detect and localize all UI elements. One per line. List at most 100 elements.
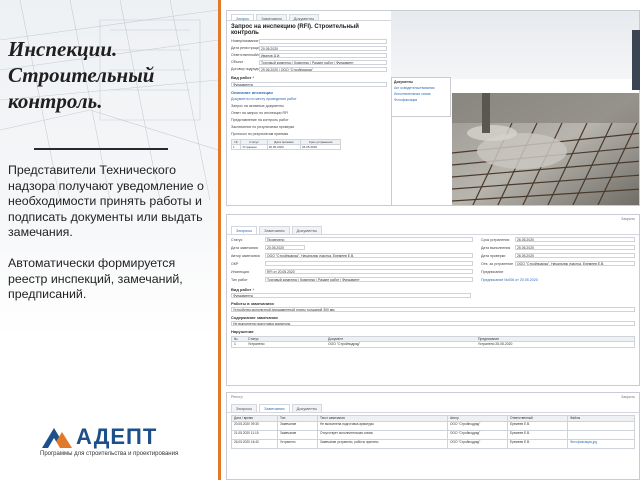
field-row: Предписание (481, 268, 635, 275)
table-cell[interactable] (567, 430, 635, 440)
field-label: Объект (231, 60, 244, 64)
field-label: Дата замечания (231, 245, 258, 250)
list-item-row: Ответ на запрос по инспекции RFI (231, 110, 387, 116)
field-row: Тип работ Торговый комплекс | Комплекс | … (231, 276, 473, 283)
table-cell: Устранено (240, 144, 268, 150)
tab-documents[interactable]: Документы (288, 14, 320, 21)
responsible-input[interactable]: ООО "Стройподряд", Начальник участка, Ер… (515, 261, 635, 266)
field-input[interactable]: 29.06.2020 | ООО "Стройподряд" (259, 66, 387, 72)
table-cell: 26.05.2020 16:40 (231, 439, 278, 449)
registry-title: Реестр (231, 395, 243, 399)
table-cell: Замечание (277, 421, 318, 431)
table-cell: Еремеев Е.В. (507, 439, 568, 449)
field-label: ОКР (231, 261, 239, 266)
field-row: Объект Торговый комплекс | Комплекс | Раз… (231, 59, 387, 65)
table-row[interactable]: 20.05.2020 09:30 Замечание Не выполнена … (231, 421, 635, 431)
list-item[interactable]: Ответ на запрос по инспекции RFI (231, 111, 288, 115)
date-input[interactable]: 26.05.2020 (515, 237, 635, 242)
tab-requests[interactable]: Запросы (231, 226, 258, 234)
tab-remarks[interactable]: Замечания (259, 404, 290, 412)
table-row[interactable]: 1 Устранено ООО "Стройподряд" Устранено … (231, 342, 635, 348)
tab-request[interactable]: Запрос (231, 14, 255, 21)
prescription-link[interactable]: Предписание №006 от 20.05.2020 (481, 278, 538, 282)
field-label: Срок устранения (481, 237, 510, 242)
work-type-label: Вид работ * (231, 75, 255, 80)
table-cell: Не выполнена подготовка арматуры (317, 421, 448, 431)
remark-topbar: Закрыть (227, 215, 639, 223)
work-type-input[interactable]: Фундаменты (231, 81, 387, 87)
work-object-input[interactable]: Торговый комплекс | Комплекс | Раздел ра… (265, 277, 473, 282)
list-item[interactable]: Документы по месту проведения работ (231, 97, 297, 101)
author-input[interactable]: ООО "Стройподряд", Начальник участка, Ер… (265, 253, 473, 258)
grid-header: № (234, 337, 238, 341)
rfi-tabs: Запрос Замечания Документы (227, 11, 391, 21)
okr-input[interactable] (265, 261, 473, 266)
close-link[interactable]: Закрыть (621, 395, 635, 399)
list-item-row: Представление на контроль работ (231, 117, 387, 123)
table-cell[interactable] (567, 421, 635, 431)
list-item-row: Заключение по результатам проверки (231, 124, 387, 130)
background-area (391, 11, 639, 79)
table-cell: 26.05.2020 (300, 144, 341, 150)
field-row: Дата регистрации 20.05.2020 (231, 45, 387, 51)
field-label: Дата проверки (481, 253, 506, 258)
tab-requests[interactable]: Запросы (231, 404, 258, 412)
description: Представители Технического надзора получ… (8, 163, 214, 318)
logo-mark-icon (42, 428, 72, 448)
field-row: Дата выполнения 25.05.2020 (481, 244, 635, 251)
status-select[interactable]: Проверено (265, 237, 473, 242)
remark-columns: Статус Проверено Дата замечания 20.05.2020… (227, 235, 639, 284)
document-link[interactable]: Исполнительная схема (394, 92, 448, 96)
tab-remarks[interactable]: Замечания (256, 14, 287, 21)
table-row[interactable]: 26.05.2020 16:40 Устранено Замечание уст… (231, 439, 635, 449)
rfi-form-screenshot: Запрос Замечания Документы Запрос на инс… (226, 10, 640, 206)
field-label: Предписание (481, 269, 504, 274)
field-row: Ответственный/исполнительИванов Д.И. (231, 52, 387, 58)
list-item[interactable]: Протокол по результатам приемки (231, 132, 288, 136)
table-cell: 20.05.2020 09:30 (231, 421, 278, 431)
field-row: ОКР (231, 260, 473, 267)
remark-content-input[interactable]: Не выполнена подготовка арматуры (231, 321, 635, 326)
field-row: Номер/название этапа (231, 38, 387, 44)
inspection-input[interactable]: RFI от 20.05.2020 (265, 269, 473, 274)
field-row: Срок устранения 26.05.2020 (481, 236, 635, 243)
grid-cell: 1 (234, 342, 236, 346)
list-item[interactable]: Описание инспекции (231, 90, 387, 95)
date-input[interactable]: 26.05.2020 (515, 253, 635, 258)
date-input[interactable]: 20.05.2020 (265, 245, 305, 250)
table-row[interactable]: 21.05.2020 11:15 Замечание Отсутствует и… (231, 430, 635, 440)
list-item-row: Протокол по результатам приемки (231, 131, 387, 137)
work-type-input[interactable]: Фундаменты (231, 293, 471, 298)
rebar-site-photo[interactable] (452, 93, 640, 206)
tab-documents[interactable]: Документы (291, 226, 323, 234)
close-link[interactable]: Закрыть (621, 217, 635, 221)
list-item[interactable]: Запрос на активные документы (231, 104, 284, 108)
field-input[interactable] (259, 38, 387, 44)
work-type-row: Фундаменты (231, 81, 387, 87)
field-label: Дата выполнения (481, 245, 511, 250)
tab-documents[interactable]: Документы (291, 404, 323, 412)
date-input[interactable]: 25.05.2020 (515, 245, 635, 250)
table-cell: 20.05.2020 (266, 144, 302, 150)
work-type-label: Вид работ * (231, 287, 255, 292)
grid-cell: Устранено 26.05.2020 (478, 342, 513, 346)
attachment-link[interactable]: Фотофиксация.jpg (567, 439, 635, 449)
table-cell: Замечание устранено, работы приняты (317, 439, 448, 449)
list-item[interactable]: Представление на контроль работ (231, 118, 289, 122)
field-label: Статус (231, 237, 243, 242)
rfi-heading: Запрос на инспекцию (RFI). Строительный … (231, 24, 359, 36)
table-row[interactable]: 1 Устранено 20.05.2020 26.05.2020 (230, 144, 341, 150)
tab-remarks[interactable]: Замечания (259, 226, 290, 234)
works-input[interactable]: Устройство монолитной фундаментной плиты… (231, 307, 635, 312)
field-input[interactable]: Торговый комплекс | Комплекс | Раздел ра… (259, 59, 387, 65)
field-label: Договор подрядчика (231, 67, 259, 71)
field-input[interactable]: 20.05.2020 (259, 45, 387, 51)
window-edge (632, 30, 640, 90)
list-item[interactable]: Заключение по результатам проверки (231, 125, 294, 129)
field-input[interactable]: Иванов Д.И. (259, 52, 387, 58)
table-cell: ООО "Стройподряд" (447, 430, 508, 440)
document-link[interactable]: Акт освидетельствования (394, 86, 448, 90)
document-link[interactable]: Фотофиксация (394, 98, 448, 102)
remark-left-column: Статус Проверено Дата замечания 20.05.2020… (227, 235, 477, 284)
remark-form-screenshot: Закрыть Запросы Замечания Документы Стат… (226, 214, 640, 386)
